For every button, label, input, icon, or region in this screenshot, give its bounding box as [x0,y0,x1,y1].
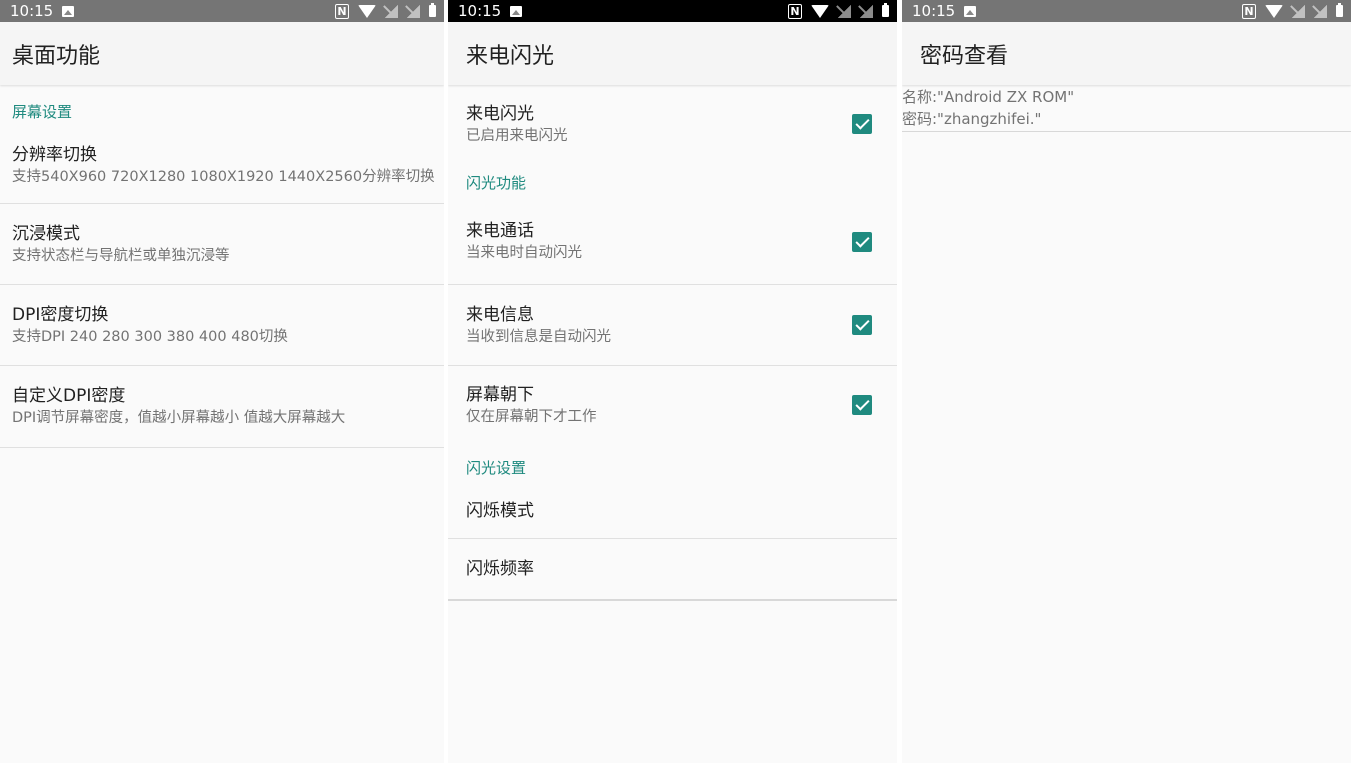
battery-icon [429,3,436,17]
pref-title: 来电信息 [466,304,534,325]
wifi-icon [811,4,829,18]
pref-title: DPI密度切换 [12,304,109,325]
status-time: 10:15 [10,2,54,20]
call-flash-screen: 10:15 N 来电闪光 来电闪光 已启用来电闪光 闪光功能 来电通话 当来电时… [448,0,897,763]
nfc-icon: N [788,3,802,19]
status-bar: 10:15 N [0,0,444,22]
wifi-icon [1265,4,1283,18]
image-icon [510,5,523,17]
pref-title: 来电闪光 [466,103,534,124]
pref-title: 屏幕朝下 [466,384,534,405]
image-icon [964,5,977,17]
pref-resolution-switch[interactable]: 分辨率切换 支持540X960 720X1280 1080X1920 1440X… [0,128,444,204]
category-flash-function: 闪光功能 [466,174,527,192]
checkbox-checked-icon[interactable] [852,231,872,252]
signal-icon [407,4,420,18]
status-time: 10:15 [458,2,502,20]
checkbox-checked-icon[interactable] [852,395,872,415]
pref-title: 沉浸模式 [12,223,80,244]
pref-summary: 已启用来电闪光 [466,127,568,144]
wifi-icon [358,4,376,18]
page-title: 桌面功能 [0,22,444,85]
pref-title: 闪烁频率 [466,559,534,579]
category-screen-settings: 屏幕设置 [12,103,73,121]
pref-title: 分辨率切换 [12,145,97,165]
pref-custom-dpi[interactable]: 自定义DPI密度 DPI调节屏幕密度，值越小屏幕越小 值越大屏幕越大 [0,366,444,448]
signal-icon [860,4,873,18]
pref-summary: 当收到信息是自动闪光 [466,328,611,345]
desktop-functions-screen: 10:15 N 桌面功能 屏幕设置 分辨率切换 支持540X960 720X12… [0,0,444,763]
pref-title: 自定义DPI密度 [12,386,126,406]
pref-dpi-switch[interactable]: DPI密度切换 支持DPI 240 280 300 380 400 480切换 [0,285,444,366]
signal-icon [385,4,398,18]
nfc-icon: N [335,3,349,19]
status-bar: 10:15 N [902,0,1351,22]
pref-incoming-message[interactable]: 来电信息 当收到信息是自动闪光 [448,285,897,366]
battery-icon [882,3,889,17]
status-time: 10:15 [912,2,956,20]
pref-summary: 支持状态栏与导航栏或单独沉浸等 [12,247,230,264]
pref-title: 来电通话 [466,221,534,241]
pref-summary: 支持DPI 240 280 300 380 400 480切换 [12,328,288,345]
signal-icon [1292,4,1305,18]
image-icon [62,5,75,17]
password-view-screen: 10:15 N 密码查看 名称:"Android ZX ROM" 密码:"zha… [902,0,1351,763]
pref-blink-frequency[interactable]: 闪烁频率 [448,539,897,601]
pref-summary: 当来电时自动闪光 [466,245,582,261]
pref-summary: 支持540X960 720X1280 1080X1920 1440X2560分辨… [12,169,435,185]
pref-screen-down[interactable]: 屏幕朝下 仅在屏幕朝下才工作 [448,366,897,444]
status-bar: 10:15 N [448,0,897,22]
category-flash-settings: 闪光设置 [466,459,527,477]
pref-summary: 仅在屏幕朝下才工作 [466,408,597,425]
pref-blink-mode[interactable]: 闪烁模式 [448,484,897,539]
wifi-password-text: 密码:"zhangzhifei." [902,110,1042,128]
checkbox-checked-icon[interactable] [852,315,872,335]
wifi-name-text: 名称:"Android ZX ROM" [902,88,1075,106]
signal-icon [1314,4,1327,18]
pref-call-flash-master[interactable]: 来电闪光 已启用来电闪光 [448,85,897,163]
page-title: 密码查看 [902,22,1351,85]
password-info: 名称:"Android ZX ROM" 密码:"zhangzhifei." [902,85,1351,132]
pref-summary: DPI调节屏幕密度，值越小屏幕越小 值越大屏幕越大 [12,410,346,426]
page-title: 来电闪光 [448,22,897,85]
pref-immersive-mode[interactable]: 沉浸模式 支持状态栏与导航栏或单独沉浸等 [0,204,444,285]
pref-title: 闪烁模式 [466,501,534,521]
pref-incoming-call[interactable]: 来电通话 当来电时自动闪光 [448,199,897,285]
nfc-icon: N [1242,3,1256,19]
signal-icon [838,4,851,18]
battery-icon [1336,3,1343,17]
checkbox-checked-icon[interactable] [852,114,872,134]
